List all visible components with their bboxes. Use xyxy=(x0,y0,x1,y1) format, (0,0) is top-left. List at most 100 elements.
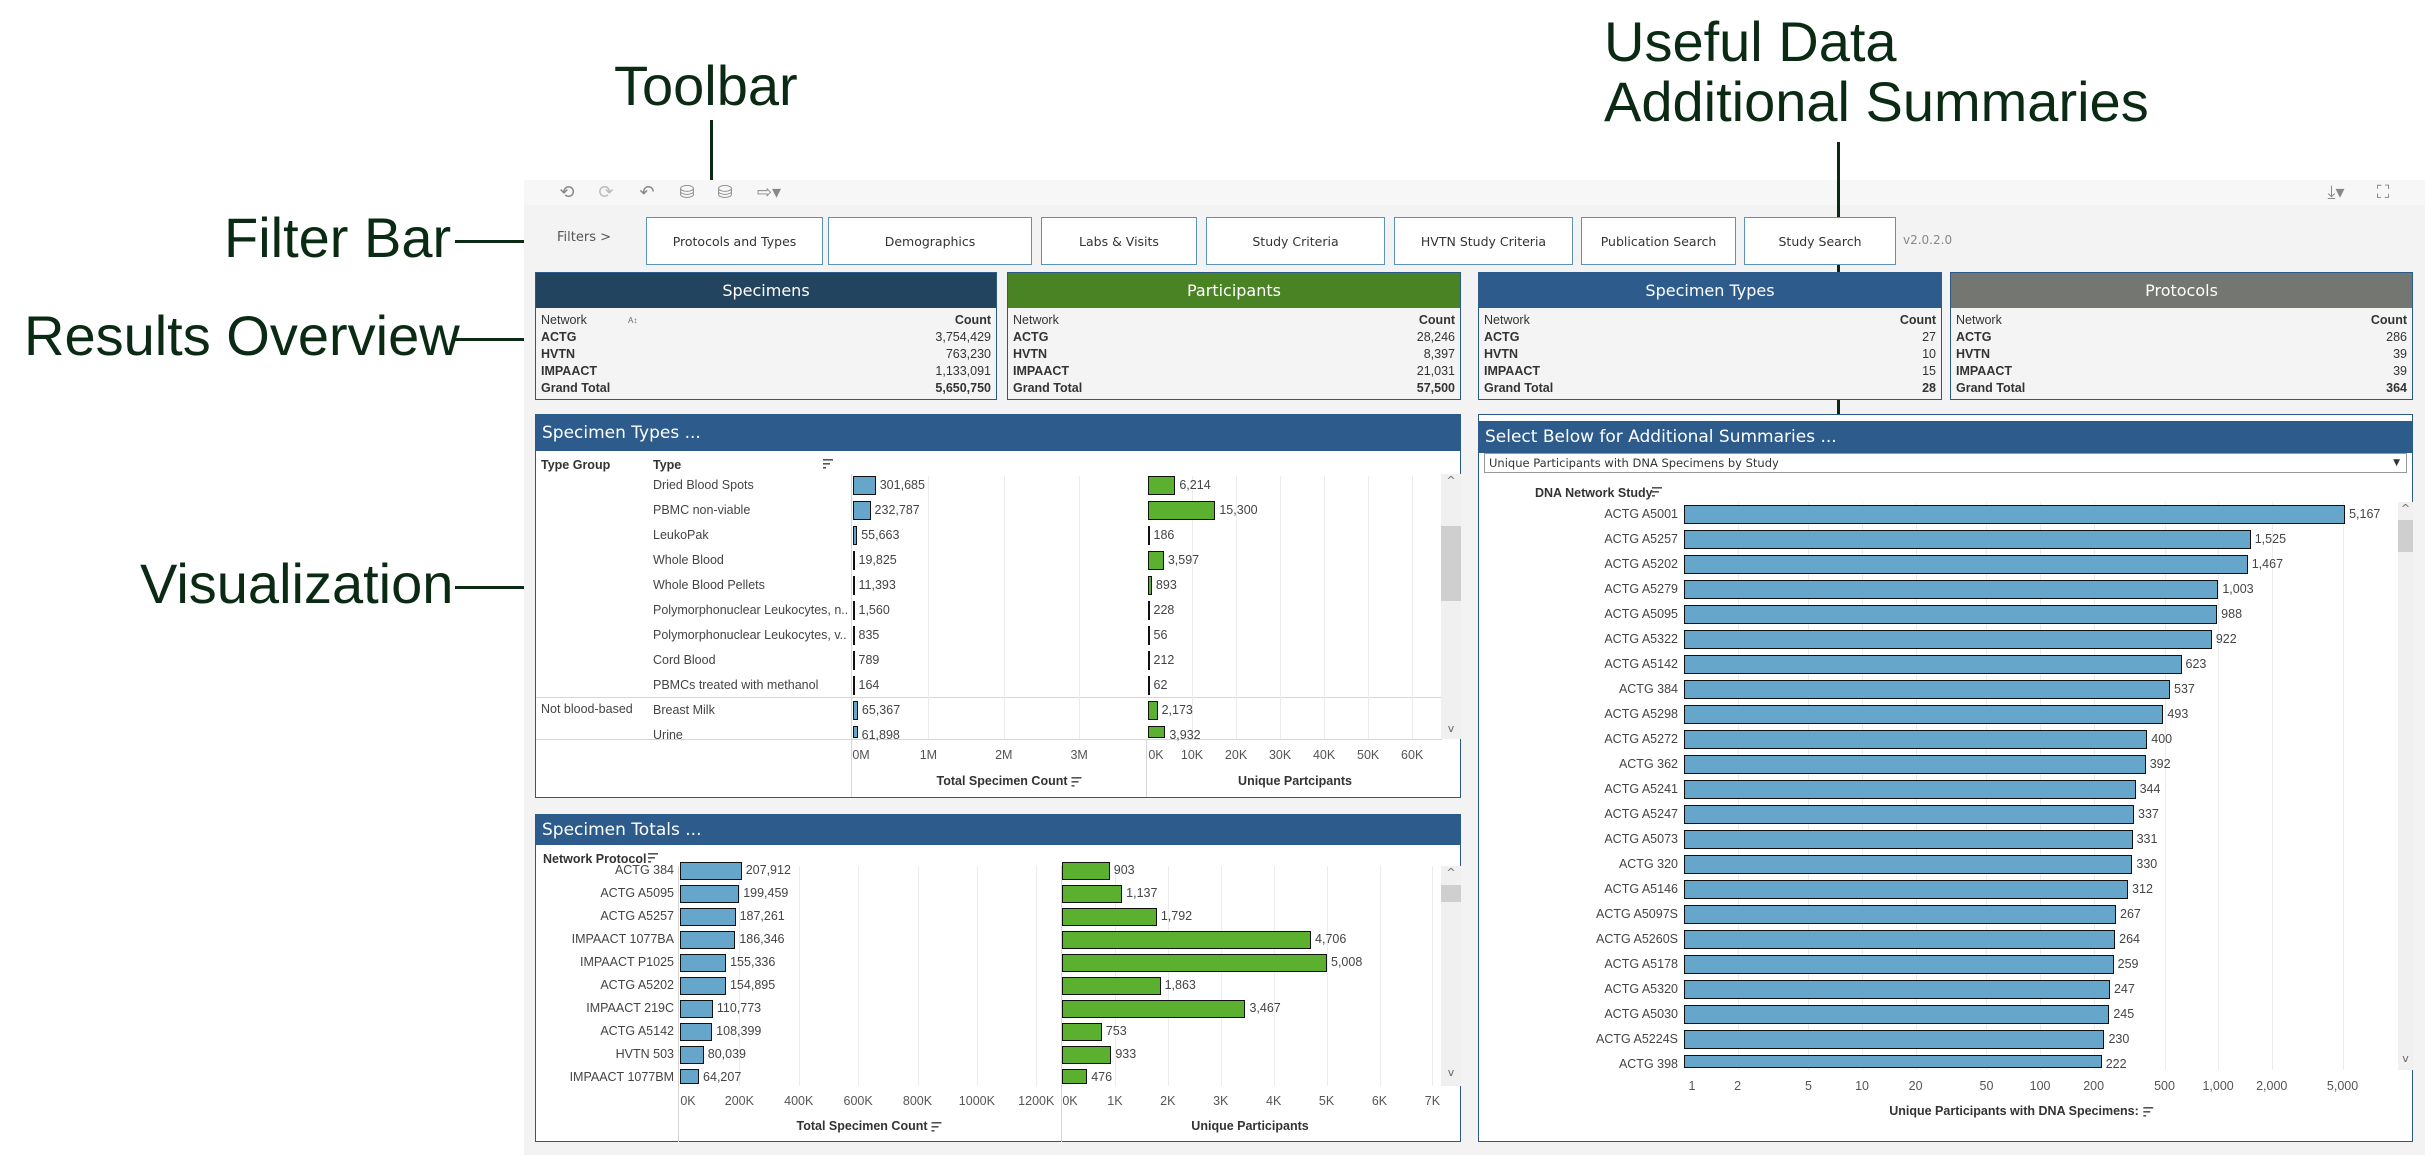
kpi-col-network[interactable]: Network xyxy=(1484,312,1530,329)
revert-icon[interactable]: ↶ xyxy=(636,182,658,204)
bar[interactable] xyxy=(1684,755,2146,774)
scroll-up-icon[interactable]: ^ xyxy=(2398,502,2413,518)
bar[interactable] xyxy=(853,476,876,495)
bar[interactable] xyxy=(1062,885,1123,903)
dna-network-study-header[interactable]: DNA Network Study xyxy=(1535,486,1653,500)
filter-hvtn-study-criteria-button[interactable]: HVTN Study Criteria xyxy=(1394,217,1573,265)
bar[interactable] xyxy=(1062,862,1110,880)
bar[interactable] xyxy=(853,551,855,570)
bar[interactable] xyxy=(1684,705,2164,724)
filter-study-search-button[interactable]: Study Search xyxy=(1744,217,1896,265)
bar[interactable] xyxy=(853,651,855,670)
scrollbar-thumb[interactable] xyxy=(1441,885,1461,902)
specimen-totals-scrollbar[interactable]: ^ v xyxy=(1441,866,1461,1086)
bar[interactable] xyxy=(853,726,858,738)
bar[interactable] xyxy=(680,931,736,949)
bar[interactable] xyxy=(1062,954,1327,972)
bar[interactable] xyxy=(1148,601,1150,620)
redo-icon[interactable]: ⟳ xyxy=(595,182,617,204)
bar[interactable] xyxy=(1684,730,2148,749)
bar[interactable] xyxy=(853,676,855,695)
sort-icon[interactable] xyxy=(931,1121,944,1132)
bar[interactable] xyxy=(1684,955,2114,974)
bar[interactable] xyxy=(1062,931,1312,949)
bar[interactable] xyxy=(680,977,726,995)
filter-publication-search-button[interactable]: Publication Search xyxy=(1581,217,1736,265)
undo-icon[interactable]: ⟲ xyxy=(556,182,578,204)
bar[interactable] xyxy=(1062,1023,1102,1041)
scroll-up-icon[interactable]: ^ xyxy=(1441,474,1461,490)
bar[interactable] xyxy=(1684,605,2218,624)
sort-icon[interactable] xyxy=(2142,1106,2155,1117)
fullscreen-icon[interactable]: ⛶ xyxy=(2372,182,2394,204)
bar[interactable] xyxy=(853,701,858,720)
bar[interactable] xyxy=(1148,551,1164,570)
bar[interactable] xyxy=(1684,830,2133,849)
bar[interactable] xyxy=(1062,1069,1088,1084)
bar[interactable] xyxy=(853,601,855,620)
summary-select-dropdown[interactable]: Unique Participants with DNA Specimens b… xyxy=(1484,453,2407,473)
pause-updates-icon[interactable]: ⛁ xyxy=(714,182,736,204)
kpi-col-network[interactable]: Network xyxy=(1013,312,1059,329)
bar[interactable] xyxy=(1148,676,1150,695)
bar[interactable] xyxy=(1148,626,1150,645)
scroll-down-icon[interactable]: v xyxy=(1441,722,1461,738)
bar[interactable] xyxy=(680,908,736,926)
network-protocol-sort-icon[interactable] xyxy=(648,853,660,863)
scrollbar-thumb[interactable] xyxy=(2398,520,2413,552)
type-header[interactable]: Type xyxy=(653,458,681,472)
bar[interactable] xyxy=(1684,905,2116,924)
bar[interactable] xyxy=(1148,701,1158,720)
bar[interactable] xyxy=(1684,680,2171,699)
bar[interactable] xyxy=(1684,530,2251,549)
bar[interactable] xyxy=(1062,977,1161,995)
bar[interactable] xyxy=(1148,526,1150,545)
bar[interactable] xyxy=(680,1000,713,1018)
specimen-types-scrollbar[interactable]: ^ v xyxy=(1441,474,1461,739)
bar[interactable] xyxy=(1148,576,1152,595)
bar[interactable] xyxy=(1684,805,2134,824)
bar[interactable] xyxy=(680,1069,700,1084)
bar[interactable] xyxy=(680,1046,704,1064)
scroll-down-icon[interactable]: v xyxy=(1441,1066,1461,1082)
bar[interactable] xyxy=(1684,655,2182,674)
bar[interactable] xyxy=(1148,476,1176,495)
kpi-col-network[interactable]: Network xyxy=(1956,312,2002,329)
filter-demographics-button[interactable]: Demographics xyxy=(828,217,1032,265)
bar[interactable] xyxy=(1148,501,1216,520)
download-icon[interactable]: ⤓▾ xyxy=(2320,182,2352,204)
bar[interactable] xyxy=(1684,505,2346,524)
sort-icon[interactable] xyxy=(1071,776,1084,787)
bar[interactable] xyxy=(853,526,858,545)
bar[interactable] xyxy=(853,501,871,520)
dna-study-sort-icon[interactable] xyxy=(1652,487,1664,497)
bar[interactable] xyxy=(1684,630,2212,649)
bar[interactable] xyxy=(680,862,742,880)
bar[interactable] xyxy=(1684,1005,2110,1024)
dna-chart-scrollbar[interactable]: ^ v xyxy=(2398,502,2413,1070)
bar[interactable] xyxy=(1684,555,2248,574)
bar[interactable] xyxy=(853,626,855,645)
bar[interactable] xyxy=(1148,651,1150,670)
filter-study-criteria-button[interactable]: Study Criteria xyxy=(1206,217,1385,265)
kpi-col-network[interactable]: Network xyxy=(541,312,587,329)
bar[interactable] xyxy=(1684,1055,2102,1068)
bar[interactable] xyxy=(1148,726,1166,738)
bar[interactable] xyxy=(1684,1030,2105,1049)
bar[interactable] xyxy=(1062,1000,1246,1018)
bar[interactable] xyxy=(1684,980,2110,999)
bar[interactable] xyxy=(1684,780,2136,799)
bar[interactable] xyxy=(1062,1046,1112,1064)
type-sort-icon[interactable] xyxy=(823,459,835,469)
bar[interactable] xyxy=(680,954,727,972)
scroll-up-icon[interactable]: ^ xyxy=(1441,866,1461,882)
scroll-down-icon[interactable]: v xyxy=(2398,1052,2413,1068)
filter-protocols-and-types-button[interactable]: Protocols and Types xyxy=(646,217,823,265)
bar[interactable] xyxy=(1684,855,2133,874)
bar[interactable] xyxy=(853,576,855,595)
scrollbar-thumb[interactable] xyxy=(1441,526,1461,601)
bar[interactable] xyxy=(680,1023,713,1041)
bar[interactable] xyxy=(1684,930,2116,949)
share-icon[interactable]: ⇨▾ xyxy=(752,182,786,204)
sort-az-icon[interactable]: A↕ xyxy=(628,312,637,329)
